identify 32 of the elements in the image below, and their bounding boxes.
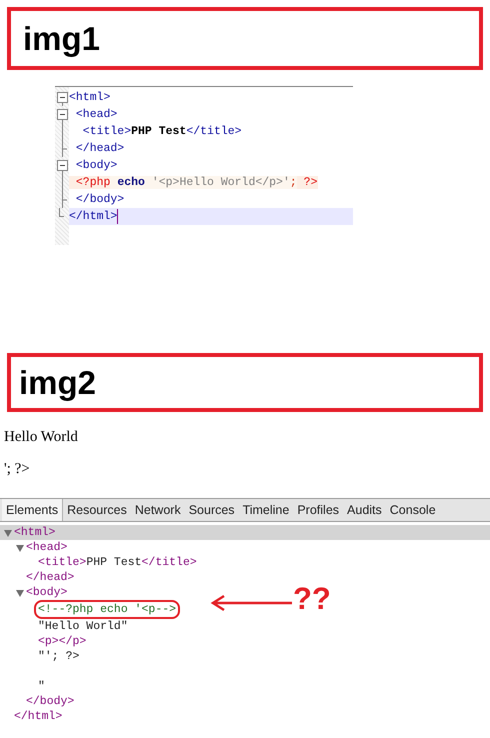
image-label: img2 bbox=[19, 366, 96, 399]
devtools-tab[interactable]: Console bbox=[386, 499, 440, 521]
closing-tag-text: </html> bbox=[14, 710, 62, 723]
code-line: <html> bbox=[69, 90, 110, 106]
element-tag-text: <p></p> bbox=[38, 634, 86, 649]
code-line: <head> bbox=[74, 106, 118, 123]
devtools-tab[interactable]: Sources bbox=[184, 499, 239, 521]
page-text: '; ?> bbox=[4, 460, 31, 478]
devtools-tab[interactable]: Profiles bbox=[293, 499, 344, 521]
code-line: <?php echo '<p>Hello World</p>'; ?> bbox=[69, 174, 318, 192]
code-line: </body> bbox=[74, 192, 124, 208]
element-tag-text: <html> bbox=[14, 525, 56, 540]
devtools-tab[interactable]: Audits bbox=[343, 499, 386, 521]
element-tag-text: <head> bbox=[26, 540, 68, 555]
code-line: </html> bbox=[69, 208, 118, 225]
text-content: "Hello World" bbox=[38, 619, 128, 634]
image-label: img1 bbox=[23, 22, 100, 55]
element-tag-text: <title>PHP Test</title> bbox=[38, 555, 197, 570]
code-line: <body> bbox=[74, 158, 118, 174]
text-content: "'; ?> " bbox=[38, 649, 80, 694]
devtools-tab[interactable]: Elements bbox=[2, 499, 64, 521]
code-line: <title>PHP Test</title> bbox=[82, 124, 242, 140]
code-line: </head> bbox=[74, 140, 124, 157]
element-tag-text: <body> bbox=[26, 585, 68, 600]
page-text: Hello World bbox=[4, 428, 79, 446]
closing-tag-text: </head> bbox=[26, 571, 74, 584]
closing-tag-text: </body> bbox=[26, 695, 74, 708]
devtools-tab[interactable]: Timeline bbox=[238, 499, 294, 521]
comment-text: <!--?php echo '<p--> bbox=[34, 600, 180, 619]
devtools-tab[interactable]: Resources bbox=[63, 499, 131, 521]
annotation-text: ?? bbox=[293, 583, 331, 614]
devtools-tab[interactable]: Network bbox=[130, 499, 185, 521]
